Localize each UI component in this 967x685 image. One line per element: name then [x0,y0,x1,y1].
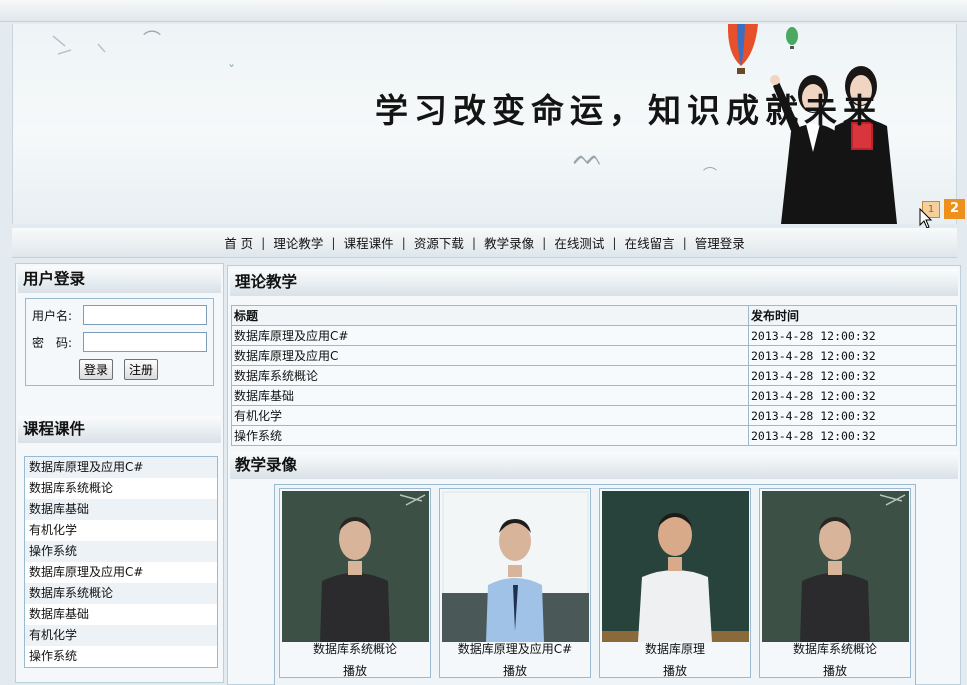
main-nav: 首 页 | 理论教学 | 课程课件 | 资源下载 | 教学录像 | 在线测试 |… [12,228,957,258]
small-balloon-icon [786,27,798,49]
video-thumbnail[interactable] [762,491,909,642]
register-button[interactable]: 注册 [124,359,159,380]
slide-indicator-2[interactable]: 2 [944,199,965,219]
course-item[interactable]: 操作系统 [25,541,217,562]
video-caption: 数据库原理 [644,642,705,656]
nav-downloads[interactable]: 资源下载 [410,233,468,252]
course-list: 数据库原理及应用C# 数据库系统概论 数据库基础 有机化学 操作系统 数据库原理… [24,456,218,668]
videos-title: 教学录像 [230,452,958,479]
password-label: 密 码: [32,335,73,350]
username-input[interactable] [83,305,207,325]
table-row: 数据库原理及应用C# 2013-4-28 12:00:32 [231,325,957,346]
nav-videos[interactable]: 教学录像 [480,233,538,252]
video-caption: 数据库系统概论 [312,642,397,656]
login-button[interactable]: 登录 [79,359,114,380]
nav-theory[interactable]: 理论教学 [269,233,327,252]
course-item[interactable]: 数据库基础 [25,499,217,520]
video-play-link[interactable]: 播放 [280,662,430,679]
course-item[interactable]: 数据库原理及应用C# [25,562,217,583]
video-play-link[interactable]: 播放 [600,662,750,679]
course-item[interactable]: 有机化学 [25,625,217,646]
row-title[interactable]: 有机化学 [231,405,749,426]
left-sidebar: 用户登录 用户名: 密 码: 登录 注册 课程课件 数据库原理及应用C# 数据库… [15,263,224,683]
nav-courseware[interactable]: 课程课件 [340,233,398,252]
row-title[interactable]: 数据库原理及应用C [231,345,749,366]
row-date: 2013-4-28 12:00:32 [748,325,957,346]
video-caption: 数据库系统概论 [792,642,877,656]
nav-admin-login[interactable]: 管理登录 [691,233,749,252]
row-date: 2013-4-28 12:00:32 [748,385,957,406]
nav-online-test[interactable]: 在线测试 [550,233,608,252]
row-title[interactable]: 数据库原理及应用C# [231,325,749,346]
password-input[interactable] [83,332,207,352]
row-title[interactable]: 操作系统 [231,425,749,446]
username-label: 用户名: [32,308,73,323]
password-row: 密 码: [32,332,207,352]
login-form: 用户名: 密 码: 登录 注册 [25,298,214,386]
video-card: 数据库原理 播放 [599,488,751,678]
row-date: 2013-4-28 12:00:32 [748,345,957,366]
theory-title: 理论教学 [230,269,958,296]
video-thumbnail[interactable] [282,491,429,642]
course-item[interactable]: 数据库系统概论 [25,583,217,604]
table-row: 有机化学 2013-4-28 12:00:32 [231,405,957,426]
video-thumbnail[interactable] [602,491,749,642]
courses-title: 课程课件 [18,416,221,443]
row-title[interactable]: 数据库系统概论 [231,365,749,386]
video-card: 数据库系统概论 播放 [759,488,911,678]
banner-slogan: 学习改变命运，知识成就未来 [375,91,882,130]
row-date: 2013-4-28 12:00:32 [748,425,957,446]
column-title: 标题 [231,305,749,326]
nav-messages[interactable]: 在线留言 [621,233,679,252]
nav-separator: | [612,235,617,250]
nav-separator: | [331,235,336,250]
course-item[interactable]: 数据库基础 [25,604,217,625]
nav-separator: | [682,235,687,250]
course-item[interactable]: 数据库系统概论 [25,478,217,499]
video-card: 数据库原理及应用C# 播放 [439,488,591,678]
hot-air-balloon-icon [727,24,758,74]
table-header-row: 标题 发布时间 [231,305,957,326]
video-gallery: 数据库系统概论 播放 数据库原理及应用C# 播放 数据库原理 播放 数据库系统概… [274,484,916,685]
row-date: 2013-4-28 12:00:32 [748,405,957,426]
table-row: 数据库系统概论 2013-4-28 12:00:32 [231,365,957,386]
top-bar [0,0,967,22]
row-date: 2013-4-28 12:00:32 [748,365,957,386]
username-row: 用户名: [32,305,207,325]
table-row: 数据库基础 2013-4-28 12:00:32 [231,385,957,406]
nav-separator: | [471,235,477,250]
nav-separator: | [401,235,406,250]
course-item[interactable]: 有机化学 [25,520,217,541]
login-title: 用户登录 [18,266,221,293]
video-play-link[interactable]: 播放 [760,662,910,679]
nav-separator: | [542,235,547,250]
video-caption: 数据库原理及应用C# [457,642,573,656]
course-item[interactable]: 操作系统 [25,646,217,667]
table-row: 数据库原理及应用C 2013-4-28 12:00:32 [231,345,957,366]
video-card: 数据库系统概论 播放 [279,488,431,678]
row-title[interactable]: 数据库基础 [231,385,749,406]
table-row: 操作系统 2013-4-28 12:00:32 [231,425,957,446]
course-item[interactable]: 数据库原理及应用C# [25,457,217,478]
video-thumbnail[interactable] [442,491,589,642]
nav-separator: | [261,235,266,250]
banner: ⌒ ˇ ᨓ ⌒ 学习改变命运，知识成就未来 [12,24,957,224]
main-content: 理论教学 标题 发布时间 数据库原理及应用C# 2013-4-28 12:00:… [227,265,961,685]
video-play-link[interactable]: 播放 [440,662,590,679]
nav-home[interactable]: 首 页 [220,233,257,252]
column-publish-time: 发布时间 [748,305,957,326]
mouse-cursor-icon [919,208,933,229]
theory-table: 标题 发布时间 数据库原理及应用C# 2013-4-28 12:00:32 数据… [231,305,957,446]
